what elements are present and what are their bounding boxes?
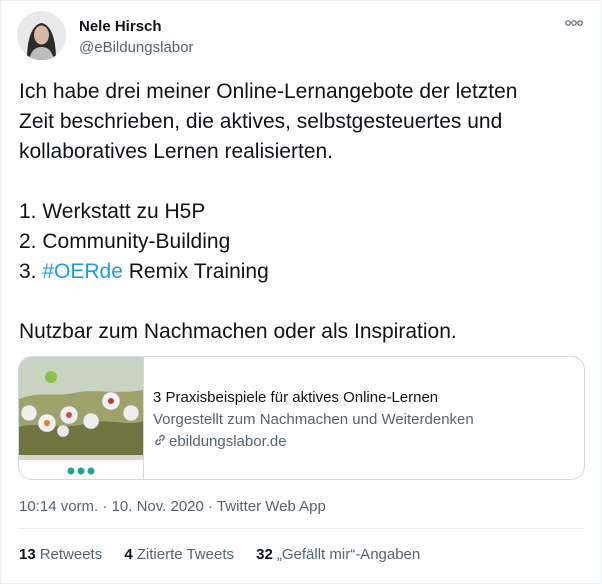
tweet-text-line: kollaboratives Lernen realisierten. — [19, 140, 334, 163]
link-preview-domain-text: ebildungslabor.de — [169, 433, 287, 450]
link-preview-card[interactable]: 3 Praxisbeispiele für aktives Online-Ler… — [18, 356, 585, 480]
tweet-header: Nele Hirsch @eBildungslabor — [17, 11, 587, 63]
quotes-stat[interactable]: 4 Zitierte Tweets — [124, 546, 234, 563]
tweet-text: Ich habe drei meiner Online-Lernangebote… — [19, 77, 579, 377]
tweet-text-line: Ich habe drei meiner Online-Lernangebote… — [19, 80, 518, 103]
meta-separator: · — [98, 498, 112, 515]
avatar-image — [17, 11, 66, 60]
tweet-text-line: Zeit beschrieben, die aktives, selbstges… — [19, 110, 503, 133]
link-preview-title: 3 Praxisbeispiele für aktives Online-Ler… — [153, 389, 439, 406]
avatar[interactable] — [17, 11, 66, 60]
list-item: 1. Werkstatt zu H5P — [19, 200, 206, 223]
list-item: 2. Community-Building — [19, 230, 231, 253]
author-handle[interactable]: @eBildungslabor — [79, 39, 193, 56]
tweet-time[interactable]: 10:14 vorm. — [19, 498, 98, 515]
link-preview-body: 3 Praxisbeispiele für aktives Online-Ler… — [153, 387, 474, 453]
author-name[interactable]: Nele Hirsch — [79, 18, 162, 35]
link-preview-domain: ebildungslabor.de — [153, 431, 474, 453]
quotes-label: Zitierte Tweets — [136, 546, 234, 563]
likes-stat[interactable]: 32 „Gefällt mir“-Angaben — [256, 546, 420, 563]
link-preview-description: Vorgestellt zum Nachmachen und Weiterden… — [153, 411, 474, 428]
hashtag-link[interactable]: #OERde — [42, 260, 123, 283]
tweet-stats: 13 Retweets 4 Zitierte Tweets 32 „Gefällt m… — [19, 546, 438, 563]
list-item-suffix: Remix Training — [122, 260, 269, 283]
divider — [19, 528, 585, 529]
meta-separator: · — [203, 498, 217, 515]
retweets-count: 13 — [19, 546, 36, 563]
tweet-date[interactable]: 10. Nov. 2020 — [112, 498, 204, 515]
tweet-text-line: Nutzbar zum Nachmachen oder als Inspirat… — [19, 320, 457, 343]
list-item-prefix: 3. — [19, 260, 43, 283]
list-item: 3. #OERde Remix Training — [19, 257, 579, 287]
link-preview-thumbnail — [19, 357, 144, 479]
quotes-count: 4 — [124, 546, 133, 563]
tweet-metadata: 10:14 vorm. · 10. Nov. 2020 · Twitter We… — [19, 498, 326, 515]
tweet-paragraph-intro: Ich habe drei meiner Online-Lernangebote… — [19, 77, 579, 167]
tweet-paragraph-list: 1. Werkstatt zu H5P 2. Community-Buildin… — [19, 197, 579, 287]
link-icon — [155, 434, 165, 446]
likes-label: „Gefällt mir“-Angaben — [276, 546, 421, 563]
more-horizontal-icon[interactable] — [565, 17, 583, 29]
thumbnail-image — [19, 357, 143, 479]
tweet-card: Nele Hirsch @eBildungslabor Ich habe dre… — [0, 0, 602, 584]
tweet-paragraph-closing: Nutzbar zum Nachmachen oder als Inspirat… — [19, 317, 579, 347]
tweet-client[interactable]: Twitter Web App — [217, 498, 326, 515]
likes-count: 32 — [256, 546, 273, 563]
retweets-label: Retweets — [39, 546, 103, 563]
retweets-stat[interactable]: 13 Retweets — [19, 546, 102, 563]
